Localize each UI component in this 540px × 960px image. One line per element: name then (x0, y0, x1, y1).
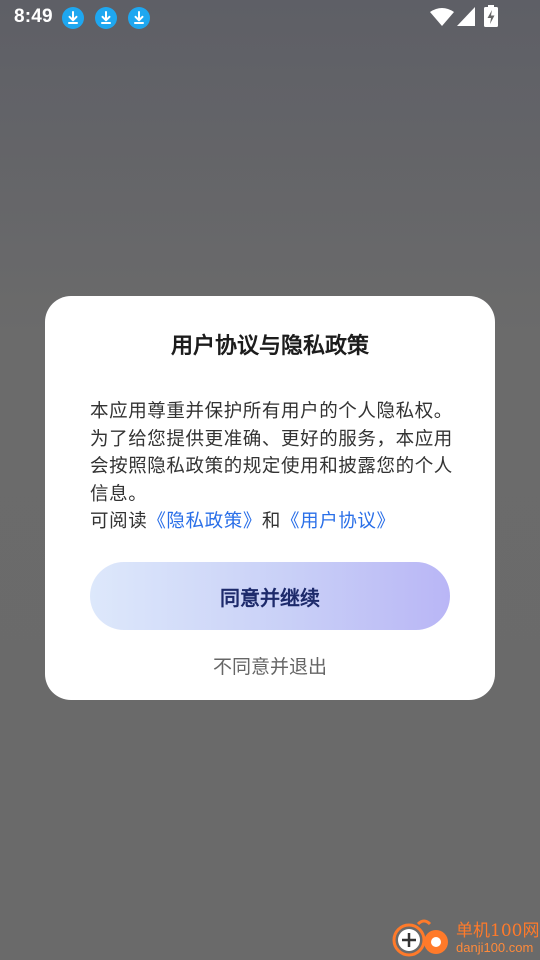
privacy-dialog: 用户协议与隐私政策 本应用尊重并保护所有用户的个人隐私权。为了给您提供更准确、更… (45, 296, 495, 700)
download-icon (128, 7, 150, 29)
agree-and-continue-button[interactable]: 同意并继续 (90, 562, 450, 630)
body-text: 本应用尊重并保护所有用户的个人隐私权。为了给您提供更准确、更好的服务，本应用会按… (90, 401, 453, 505)
user-agreement-link[interactable]: 《用户协议》 (281, 511, 396, 532)
and-text: 和 (261, 511, 282, 532)
watermark-logo-icon (392, 919, 448, 957)
status-bar: 8:49 (0, 0, 540, 36)
watermark-site-name: 单机100网 (456, 921, 540, 941)
status-time: 8:49 (14, 6, 53, 27)
watermark-site-url: danji100.com (456, 940, 534, 955)
wifi-icon (430, 8, 454, 26)
signal-icon (457, 7, 475, 26)
battery-charging-icon (484, 5, 498, 27)
privacy-policy-link[interactable]: 《隐私政策》 (147, 511, 262, 532)
download-icon (95, 7, 117, 29)
dialog-body: 本应用尊重并保护所有用户的个人隐私权。为了给您提供更准确、更好的服务，本应用会按… (90, 398, 460, 536)
download-icon (62, 7, 84, 29)
disagree-and-exit-button[interactable]: 不同意并退出 (45, 652, 495, 679)
dialog-title: 用户协议与隐私政策 (170, 334, 369, 359)
read-prefix: 可阅读 (90, 511, 148, 532)
watermark: 单机100网 danji100.com (390, 916, 540, 960)
